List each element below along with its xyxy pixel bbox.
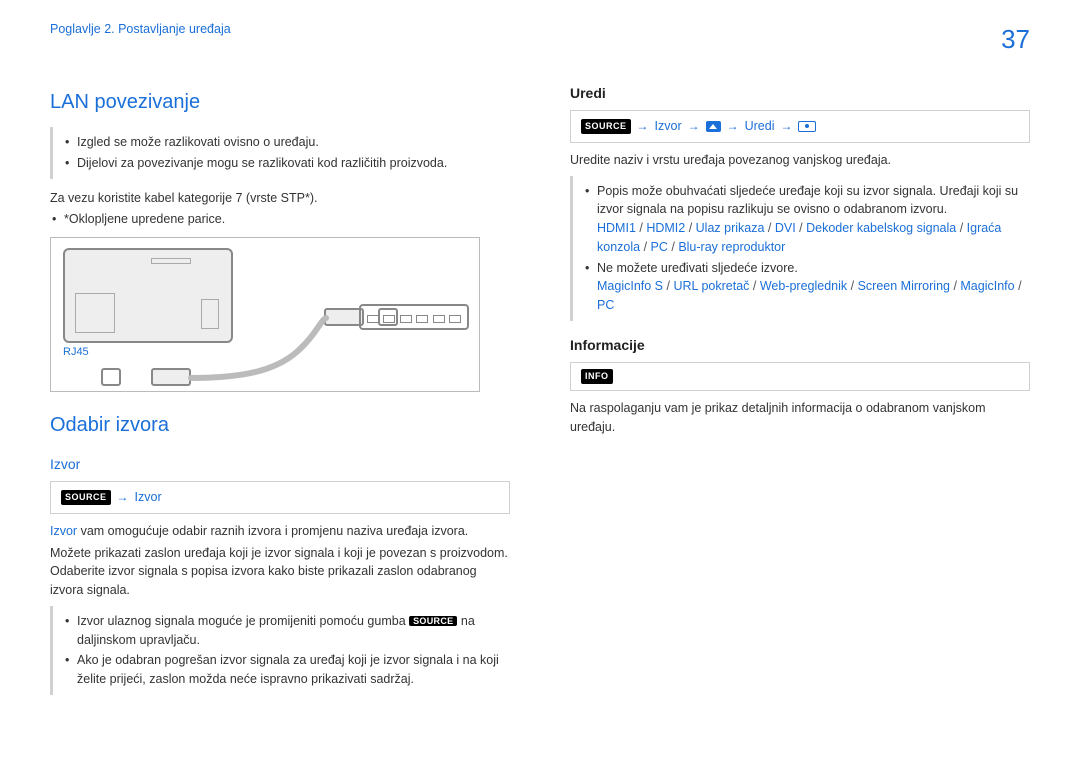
source-option: Dekoder kabelskog signala [806,221,956,235]
rj45-label: RJ45 [63,344,89,361]
note-item: Izvor ulaznog signala moguće je promijen… [63,612,510,650]
separator: / [1015,279,1022,293]
heading-izvor: Izvor [50,454,510,475]
separator: / [764,221,774,235]
source-list-1: HDMI1 / HDMI2 / Ulaz prikaza / DVI / Dek… [597,219,1030,257]
paragraph: Uredite naziv i vrstu uređaja povezanog … [570,151,1030,170]
separator: / [636,221,646,235]
source-option: PC [597,298,614,312]
paragraph: Izvor vam omogućuje odabir raznih izvora… [50,522,510,541]
rj45-port-icon [101,368,121,386]
paragraph: Na raspolaganju vam je prikaz detaljnih … [570,399,1030,437]
text-run: vam omogućuje odabir raznih izvora i pro… [77,524,468,538]
source-option: HDMI1 [597,221,636,235]
note-item: Dijelovi za povezivanje mogu se razlikov… [63,154,510,173]
enter-button-icon [798,121,816,132]
source-option: HDMI2 [646,221,685,235]
separator: / [663,279,673,293]
note-box-uredi: Popis može obuhvaćati sljedeće uređaje k… [570,176,1030,321]
nav-path-info: INFO [570,362,1030,392]
note-item: Izgled se može razlikovati ovisno o uređ… [63,133,510,152]
note-box-lan: Izgled se može razlikovati ovisno o uređ… [50,127,510,179]
separator: / [668,240,678,254]
source-option: Blu-ray reproduktor [678,240,785,254]
text-run: Izvor ulaznog signala moguće je promijen… [77,614,409,628]
heading-uredi: Uredi [570,83,1030,104]
paragraph: Možete prikazati zaslon uređaja koji je … [50,544,510,600]
note-box-izvor: Izvor ulaznog signala moguće je promijen… [50,606,510,695]
left-column: LAN povezivanje Izgled se može razlikova… [50,69,510,705]
heading-lan: LAN povezivanje [50,87,510,117]
arrow-right-icon: → [637,117,649,135]
source-option: MagicInfo S [597,279,663,293]
text-run: Popis može obuhvaćati sljedeće uređaje k… [597,184,1018,217]
source-button-icon: SOURCE [581,119,631,135]
arrow-right-icon: → [780,117,792,135]
source-option: MagicInfo [960,279,1014,293]
source-option: DVI [775,221,796,235]
up-button-icon [706,121,721,132]
source-option: Screen Mirroring [858,279,950,293]
nav-path-uredi: SOURCE → Izvor → → Uredi → [570,110,1030,143]
separator: / [640,240,650,254]
list-item: *Oklopljene upredene parice. [50,210,510,229]
paragraph: Za vezu koristite kabel kategorije 7 (vr… [50,189,510,208]
arrow-right-icon: → [117,488,129,506]
source-option: Ulaz prikaza [696,221,765,235]
note-item: Ne možete uređivati sljedeće izvore. Mag… [583,259,1030,315]
nav-path-izvor: SOURCE → Izvor [50,481,510,514]
nav-item: Izvor [655,117,682,136]
heading-odabir: Odabir izvora [50,410,510,440]
network-hub-icon [359,304,469,330]
cable-plug-icon [324,308,364,326]
info-button-icon: INFO [581,369,613,385]
text-run: Ne možete uređivati sljedeće izvore. [597,261,798,275]
separator: / [749,279,759,293]
nav-item: Izvor [135,488,162,507]
chapter-label: Poglavlje 2. Postavljanje uređaja [50,20,231,39]
separator: / [685,221,695,235]
right-column: Uredi SOURCE → Izvor → → Uredi → Uredite… [570,69,1030,705]
source-option: Web-preglednik [760,279,847,293]
lan-diagram: RJ45 [50,237,480,392]
note-item: Popis može obuhvaćati sljedeće uređaje k… [583,182,1030,257]
arrow-right-icon: → [727,117,739,135]
source-option: PC [651,240,668,254]
cable-plug-icon [151,368,191,386]
term-izvor: Izvor [50,524,77,538]
nav-item: Uredi [745,117,775,136]
page-number: 37 [1001,20,1030,59]
heading-informacije: Informacije [570,335,1030,356]
separator: / [796,221,806,235]
note-item: Ako je odabran pogrešan izvor signala za… [63,651,510,689]
source-button-icon: SOURCE [61,490,111,506]
source-list-2: MagicInfo S / URL pokretač / Web-pregled… [597,277,1030,315]
separator: / [847,279,857,293]
source-button-icon: SOURCE [409,616,457,626]
separator: / [956,221,966,235]
monitor-back-icon [63,248,233,343]
source-option: URL pokretač [673,279,749,293]
arrow-right-icon: → [688,117,700,135]
separator: / [950,279,960,293]
